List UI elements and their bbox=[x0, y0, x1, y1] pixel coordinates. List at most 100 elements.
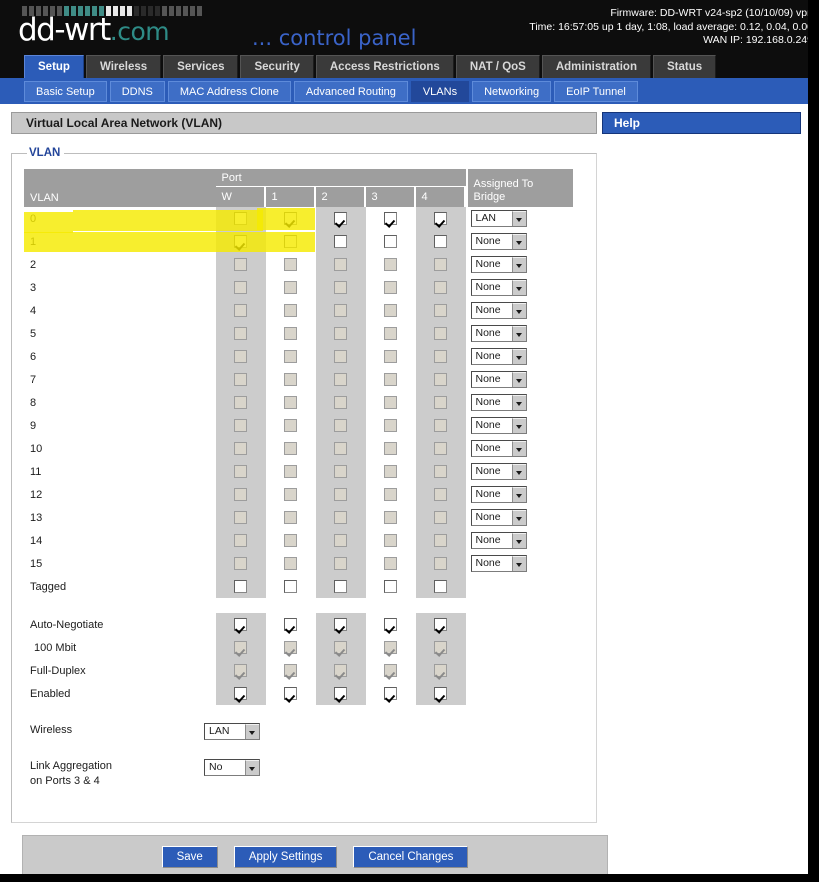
cell-vlan-2-port-4 bbox=[415, 253, 466, 276]
nav-tab-status[interactable]: Status bbox=[652, 55, 717, 78]
checkbox-auto-negotiate-port-1[interactable] bbox=[284, 618, 297, 631]
apply-settings-button[interactable]: Apply Settings bbox=[233, 845, 338, 868]
checkbox-enabled-port-W[interactable] bbox=[234, 687, 247, 700]
wireless-select[interactable]: LAN bbox=[204, 723, 260, 740]
checkbox-vlan-tagged-port-3[interactable] bbox=[384, 580, 397, 593]
checkbox-full-duplex-port-2 bbox=[334, 664, 347, 677]
checkbox-vlan-8-port-1 bbox=[284, 396, 297, 409]
checkbox-vlan-tagged-port-2[interactable] bbox=[334, 580, 347, 593]
chevron-down-icon bbox=[245, 760, 259, 775]
checkbox-auto-negotiate-port-W[interactable] bbox=[234, 618, 247, 631]
checkbox-vlan-3-port-2 bbox=[334, 281, 347, 294]
bridge-select-vlan-0[interactable]: LAN bbox=[470, 210, 527, 227]
chevron-down-icon bbox=[511, 372, 526, 387]
nav-tab-security[interactable]: Security bbox=[240, 55, 314, 78]
cell-enabled-port-3 bbox=[366, 682, 416, 705]
checkbox-vlan-0-port-2[interactable] bbox=[334, 212, 347, 225]
cell-vlan-1-port-1 bbox=[266, 230, 316, 253]
nav-tab-nat-qos[interactable]: NAT / QoS bbox=[455, 55, 540, 78]
cell-vlan-2-port-W bbox=[215, 253, 266, 276]
checkbox-vlan-0-port-4[interactable] bbox=[434, 212, 447, 225]
bridge-select-vlan-12[interactable]: None bbox=[470, 486, 527, 503]
checkbox-vlan-0-port-3[interactable] bbox=[384, 212, 397, 225]
nav-tab-services[interactable]: Services bbox=[163, 55, 239, 78]
bridge-select-vlan-10[interactable]: None bbox=[470, 440, 527, 457]
bridge-select-vlan-13[interactable]: None bbox=[470, 509, 527, 526]
checkbox-enabled-port-4[interactable] bbox=[434, 687, 447, 700]
checkbox-vlan-1-port-W[interactable] bbox=[234, 235, 247, 248]
checkbox-vlan-1-port-3[interactable] bbox=[384, 235, 397, 248]
checkbox-auto-negotiate-port-2[interactable] bbox=[334, 618, 347, 631]
sub-tab-mac-address-clone[interactable]: MAC Address Clone bbox=[167, 80, 291, 102]
header-port-1: 1 bbox=[265, 187, 316, 207]
checkbox-vlan-1-port-4[interactable] bbox=[434, 235, 447, 248]
sub-tab-vlans[interactable]: VLANs bbox=[410, 80, 470, 102]
checkbox-vlan-2-port-4 bbox=[434, 258, 447, 271]
bridge-select-vlan-11[interactable]: None bbox=[470, 463, 527, 480]
checkbox-auto-negotiate-port-4[interactable] bbox=[434, 618, 447, 631]
checkbox-vlan-2-port-W bbox=[234, 258, 247, 271]
bridge-select-vlan-5[interactable]: None bbox=[470, 325, 527, 342]
vlan-row-label-0: 0 bbox=[30, 212, 37, 225]
sub-tab-networking[interactable]: Networking bbox=[472, 80, 552, 102]
bridge-select-vlan-1[interactable]: None bbox=[470, 233, 527, 250]
vlan-row-label-9: 9 bbox=[30, 419, 37, 432]
bridge-select-vlan-13-value: None bbox=[475, 511, 501, 523]
bridge-select-vlan-6[interactable]: None bbox=[470, 348, 527, 365]
checkbox-vlan-1-port-2[interactable] bbox=[334, 235, 347, 248]
sub-tab-ddns[interactable]: DDNS bbox=[109, 80, 165, 102]
sub-tab-eoip-tunnel[interactable]: EoIP Tunnel bbox=[554, 80, 638, 102]
nav-tab-wireless[interactable]: Wireless bbox=[85, 55, 162, 78]
cell-bridge-9: None bbox=[466, 414, 574, 437]
checkbox-vlan-5-port-2 bbox=[334, 327, 347, 340]
bridge-select-vlan-7-value: None bbox=[475, 373, 501, 385]
checkbox-enabled-port-3[interactable] bbox=[384, 687, 397, 700]
checkbox-enabled-port-2[interactable] bbox=[334, 687, 347, 700]
cell-vlan-12-port-W bbox=[215, 483, 266, 506]
help-title: Help bbox=[602, 112, 801, 134]
checkbox-vlan-10-port-3 bbox=[384, 442, 397, 455]
checkbox-vlan-tagged-port-W[interactable] bbox=[234, 580, 247, 593]
chevron-down-icon bbox=[511, 326, 526, 341]
checkbox-vlan-1-port-1[interactable] bbox=[284, 235, 297, 248]
nav-tab-administration[interactable]: Administration bbox=[541, 55, 651, 78]
bridge-select-vlan-15[interactable]: None bbox=[470, 555, 527, 572]
cell-vlan-3-port-W bbox=[215, 276, 266, 299]
checkbox-enabled-port-1[interactable] bbox=[284, 687, 297, 700]
cell-vlan-6-port-1 bbox=[266, 345, 316, 368]
cell-bridge-13: None bbox=[466, 506, 574, 529]
table-row: 10 None bbox=[24, 437, 573, 460]
nav-tab-access-restrictions[interactable]: Access Restrictions bbox=[315, 55, 454, 78]
checkbox-vlan-tagged-port-1[interactable] bbox=[284, 580, 297, 593]
cell-vlan-0-port-3 bbox=[366, 207, 416, 230]
checkbox-auto-negotiate-port-3[interactable] bbox=[384, 618, 397, 631]
link-aggregation-label-line2: on Ports 3 & 4 bbox=[30, 775, 100, 787]
checkbox-vlan-tagged-port-4[interactable] bbox=[434, 580, 447, 593]
checkbox-vlan-15-port-1 bbox=[284, 557, 297, 570]
checkbox-vlan-15-port-4 bbox=[434, 557, 447, 570]
bridge-select-vlan-7[interactable]: None bbox=[470, 371, 527, 388]
bridge-select-vlan-14[interactable]: None bbox=[470, 532, 527, 549]
sub-tab-advanced-routing[interactable]: Advanced Routing bbox=[293, 80, 408, 102]
bridge-select-vlan-3[interactable]: None bbox=[470, 279, 527, 296]
nav-tab-setup[interactable]: Setup bbox=[24, 55, 84, 78]
cell-vlan-10-port-1 bbox=[266, 437, 316, 460]
checkbox-vlan-0-port-W[interactable] bbox=[234, 212, 247, 225]
chevron-down-icon bbox=[511, 556, 526, 571]
cell-vlan-13-port-3 bbox=[366, 506, 416, 529]
cell-vlan-tagged-port-2 bbox=[315, 575, 366, 598]
checkbox-vlan-0-port-1[interactable] bbox=[284, 212, 297, 225]
bridge-select-vlan-9[interactable]: None bbox=[470, 417, 527, 434]
checkbox-vlan-7-port-2 bbox=[334, 373, 347, 386]
bridge-select-vlan-4[interactable]: None bbox=[470, 302, 527, 319]
cancel-changes-button[interactable]: Cancel Changes bbox=[353, 845, 469, 868]
sub-tab-basic-setup[interactable]: Basic Setup bbox=[24, 80, 107, 102]
save-button[interactable]: Save bbox=[161, 845, 218, 868]
link-aggregation-select[interactable]: No bbox=[204, 759, 260, 776]
bridge-select-vlan-2[interactable]: None bbox=[470, 256, 527, 273]
port-settings-group: Wireless LAN Link Aggregation on Ports 3… bbox=[24, 723, 584, 789]
checkbox-vlan-14-port-W bbox=[234, 534, 247, 547]
checkbox-100-mbit-port-4 bbox=[434, 641, 447, 654]
bridge-select-vlan-8[interactable]: None bbox=[470, 394, 527, 411]
logo-tick-23 bbox=[183, 6, 188, 16]
